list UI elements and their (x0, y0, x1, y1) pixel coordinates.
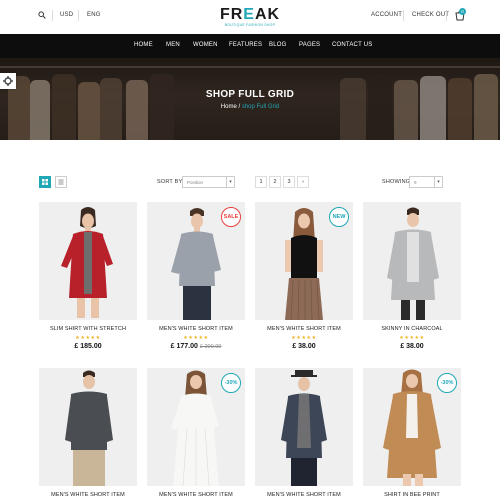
product-price: £ 38.00 (292, 343, 316, 350)
product-card[interactable]: SALE MEN'S WHITE SHORT ITEM ★★★★★ £ 177.… (147, 202, 245, 362)
product-rating: ★★★★★ (399, 335, 425, 341)
divider (446, 10, 447, 21)
page-title: SHOP FULL GRID (205, 89, 295, 100)
discount-badge: -30% (437, 373, 457, 393)
chevron-down-icon: ▾ (434, 177, 442, 187)
pagination-page-3[interactable]: 3 (283, 176, 295, 188)
product-card[interactable]: MEN'S WHITE SHORT ITEM (39, 368, 137, 500)
sort-by-select[interactable]: Position ▾ (182, 176, 235, 188)
product-price: £ 185.00 (74, 343, 102, 350)
product-name[interactable]: MEN'S WHITE SHORT ITEM (147, 492, 245, 498)
pagination-page-2[interactable]: 2 (269, 176, 281, 188)
top-bar: USD ENG FREAK BOUTIQUE FASHION SHOP ACCO… (0, 0, 500, 34)
main-nav: HOME MEN WOMEN FEATURES BLOG PAGES CONTA… (0, 34, 500, 58)
divider (403, 10, 404, 21)
nav-item-features[interactable]: FEATURES (229, 42, 262, 48)
list-view-icon (56, 177, 66, 187)
nav-item-pages[interactable]: PAGES (299, 42, 320, 48)
breadcrumb-home-link[interactable]: Home (221, 104, 237, 110)
gear-icon (0, 73, 16, 89)
product-rating: ★★★★★ (183, 335, 209, 341)
nav-item-blog[interactable]: BLOG (269, 42, 286, 48)
product-name[interactable]: MEN'S WHITE SHORT ITEM (39, 492, 137, 498)
product-card[interactable]: SLIM SHIRT WITH STRETCH ★★★★★ £ 185.00 (39, 202, 137, 362)
product-card[interactable]: SKINNY IN CHARCOAL ★★★★★ £ 38.00 (363, 202, 461, 362)
list-view-button[interactable] (55, 176, 67, 188)
sale-badge: SALE (221, 207, 241, 227)
product-rating: ★★★★★ (75, 335, 101, 341)
pagination-page-1[interactable]: 1 (255, 176, 267, 188)
product-image[interactable] (39, 202, 137, 320)
grid-view-icon (39, 176, 51, 188)
product-name[interactable]: MEN'S WHITE SHORT ITEM (147, 326, 245, 332)
grid-view-button[interactable] (39, 176, 51, 188)
product-card[interactable]: NEW MEN'S WHITE SHORT ITEM ★★★★★ £ 38.00 (255, 202, 353, 362)
product-rating: ★★★★★ (291, 335, 317, 341)
settings-toggle-button[interactable] (0, 73, 16, 89)
checkout-link[interactable]: CHECK OUT (412, 12, 449, 18)
showing-count-select[interactable]: 9 ▾ (409, 176, 443, 188)
cart-count-badge: 0 (459, 8, 466, 15)
chevron-down-icon: ▾ (226, 177, 234, 187)
product-image[interactable] (255, 368, 353, 486)
page-hero-banner: SHOP FULL GRID Home / shop Full Grid (0, 58, 500, 140)
breadcrumb-current: shop Full Grid (241, 104, 280, 110)
nav-item-home[interactable]: HOME (134, 42, 153, 48)
product-price: £ 38.00 (400, 343, 424, 350)
product-image[interactable] (363, 202, 461, 320)
account-link[interactable]: ACCOUNT (371, 12, 402, 18)
nav-item-contact[interactable]: CONTACT US (332, 42, 372, 48)
product-name[interactable]: MEN'S WHITE SHORT ITEM (255, 492, 353, 498)
product-card[interactable]: MEN'S WHITE SHORT ITEM (255, 368, 353, 500)
nav-item-women[interactable]: WOMEN (193, 42, 218, 48)
old-price: £ 200.00 (199, 344, 222, 350)
brand-tagline: BOUTIQUE FASHION SHOP (224, 23, 276, 27)
product-card[interactable]: -30% SHIRT IN BEE PRINT (363, 368, 461, 500)
product-name[interactable]: SHIRT IN BEE PRINT (363, 492, 461, 498)
product-image[interactable] (39, 368, 137, 486)
new-badge: NEW (329, 207, 349, 227)
pagination-next[interactable]: › (297, 176, 309, 188)
product-name[interactable]: SLIM SHIRT WITH STRETCH (39, 326, 137, 332)
discount-badge: -30% (221, 373, 241, 393)
product-price: £ 177.00 £ 200.00 (170, 343, 222, 350)
product-name[interactable]: MEN'S WHITE SHORT ITEM (255, 326, 353, 332)
product-card[interactable]: -30% MEN'S WHITE SHORT ITEM (147, 368, 245, 500)
breadcrumb: Home / shop Full Grid (220, 104, 280, 110)
nav-item-men[interactable]: MEN (166, 42, 180, 48)
product-name[interactable]: SKINNY IN CHARCOAL (363, 326, 461, 332)
